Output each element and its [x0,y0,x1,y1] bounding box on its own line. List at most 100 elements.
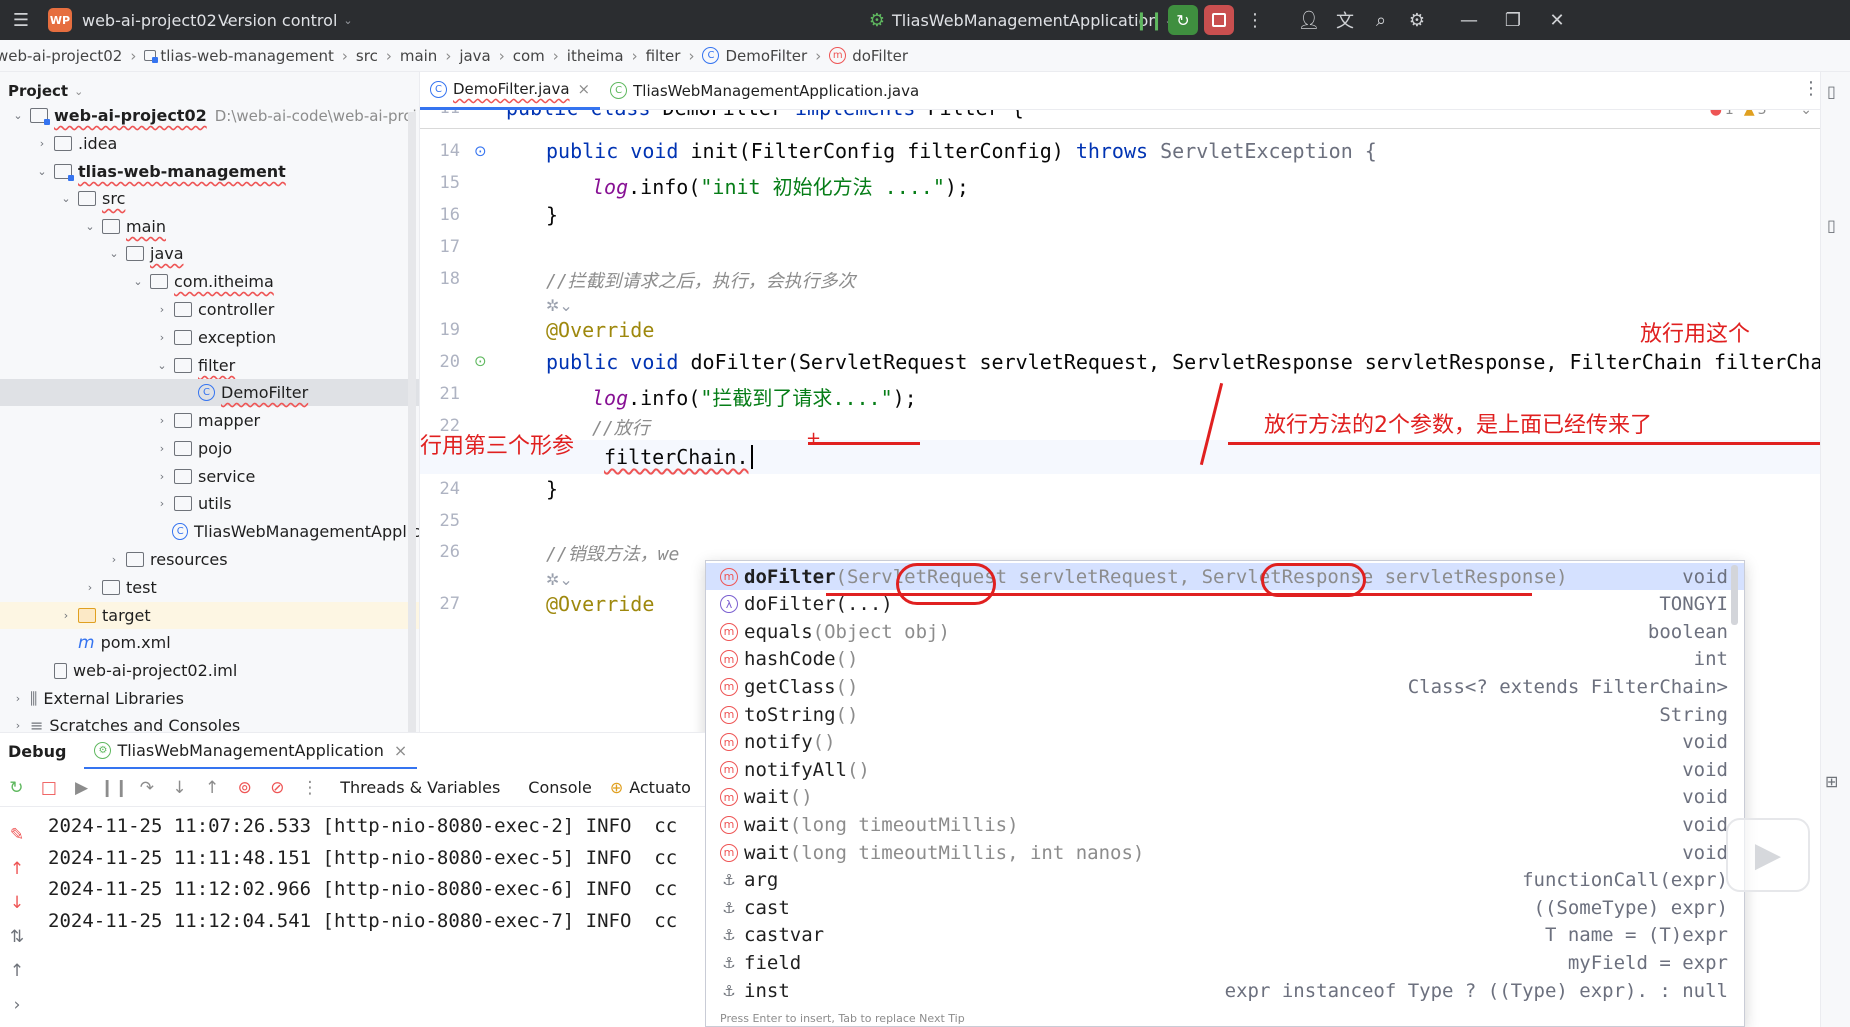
add-user-button[interactable]: 👤︎ [1298,0,1321,40]
rerun-icon[interactable]: ↻ [0,773,33,803]
chevron-right-icon[interactable]: › [10,719,26,732]
breadcrumb-item[interactable]: java [459,47,490,65]
chevron-down-icon[interactable]: ⌄ [1800,110,1812,118]
layout-icon[interactable]: ⊞ [1825,772,1838,791]
completion-item-wait[interactable]: m wait (long timeoutMillis, int nanos) void [706,839,1744,866]
tree-item-mapper[interactable]: › mapper [0,407,419,434]
chevron-down-icon[interactable]: ⌄ [130,275,146,288]
ai-assist-icon[interactable]: ✲⌄ [546,570,573,589]
database-icon[interactable]: ▯ [1827,216,1836,235]
restore-button[interactable]: ❐ [1502,0,1524,40]
breadcrumb-item[interactable]: tlias-web-management [160,47,334,65]
completion-item-arg[interactable]: ⚓ arg functionCall(expr) [706,867,1744,894]
override-gutter-icon[interactable]: ⊙ [474,352,487,370]
chevron-right-icon[interactable]: › [34,137,50,150]
tree-item-web-ai-project02-iml[interactable]: web-ai-project02.iml [0,657,419,684]
settings-button[interactable]: ⚙ [1406,0,1428,40]
rerun-button[interactable]: ↻ [1168,0,1198,40]
step-over-icon[interactable]: ↷ [131,773,164,803]
chevron-right-icon[interactable]: › [106,553,122,566]
tree-item-web-ai-project02[interactable]: ⌄ web-ai-project02 D:\web-ai-code\web-ai-p… [0,102,419,129]
chevron-right-icon[interactable]: › [154,414,170,427]
completion-item-castvar[interactable]: ⚓ castvar T name = (T)expr [706,922,1744,949]
tree-item-target[interactable]: › target [0,602,419,629]
tree-item-demofilter[interactable]: C DemoFilter [0,379,419,406]
chevron-down-icon[interactable]: ⌄ [154,359,170,372]
scroll-down-icon[interactable]: ↓ [4,893,30,913]
more-vertical-icon[interactable]: ⋮ [1802,78,1820,99]
minimize-button[interactable]: — [1458,0,1480,40]
completion-item-getclass[interactable]: m getClass() Class<? extends FilterChain> [706,673,1744,700]
tree-item-main[interactable]: ⌄ main [0,213,419,240]
completion-item-dofilter[interactable]: m doFilter (ServletRequest servletRequest,… [706,563,1744,590]
tab-threads-variables[interactable]: Threads & Variables [326,778,514,797]
tab-tliaswebmanagementapplication[interactable]: C TliasWebManagementApplication.java [600,72,929,110]
translate-button[interactable]: 文 [1334,0,1356,40]
vcs-switcher[interactable]: Version control ⌄ [218,0,353,40]
chevron-down-icon[interactable]: ⌄ [10,109,26,122]
close-window-button[interactable]: ✕ [1546,0,1568,40]
run-config-selector[interactable]: ⚙ TliasWebManagementApplication ⌄ [866,0,1174,40]
view-breakpoints-icon[interactable]: ⊚ [228,773,261,803]
main-menu-button[interactable]: ☰ [10,0,32,40]
ai-assist-icon[interactable]: ✲⌄ [546,296,573,315]
play-icon[interactable]: ▶ [1726,818,1810,892]
completion-item-tostring[interactable]: m toString() String [706,701,1744,728]
tree-item-filter[interactable]: ⌄ filter [0,352,419,379]
pause-button[interactable]: ❙❙ [1134,0,1164,40]
tree-item-test[interactable]: › test [0,574,419,601]
close-tab-icon[interactable]: × [578,80,591,98]
stop-icon[interactable]: □ [33,773,66,803]
chevron-down-icon[interactable]: ⌄ [106,247,122,260]
step-out-icon[interactable]: ↑ [196,773,229,803]
chevron-down-icon[interactable]: ⌄ [34,165,50,178]
tree-item-java[interactable]: ⌄ java [0,240,419,267]
close-icon[interactable]: × [394,741,407,760]
tree-item-src[interactable]: ⌄ src [0,185,419,212]
tree-item-controller[interactable]: › controller [0,296,419,323]
tree-item--idea[interactable]: › .idea [0,130,419,157]
breadcrumb-item[interactable]: com [513,47,545,65]
completion-item-notifyall[interactable]: m notifyAll() void [706,756,1744,783]
breadcrumb-item[interactable]: DemoFilter [725,47,807,65]
notifications-icon[interactable]: ▯ [1827,82,1836,101]
completion-item-equals[interactable]: m equals (Object obj) boolean [706,618,1744,645]
tree-item-tlias-web-management[interactable]: ⌄ tlias-web-management [0,158,419,185]
breadcrumb-item[interactable]: itheima [567,47,624,65]
more-actions-button[interactable]: ⋮ [1244,0,1266,40]
expand-icon[interactable]: › [4,995,30,1015]
search-button[interactable]: ⌕ [1370,0,1392,40]
chevron-right-icon[interactable]: › [154,303,170,316]
inspection-widget[interactable]: ● 1 ▲ 3 ⌃ ⌄ [1710,110,1812,118]
chevron-right-icon[interactable]: › [154,442,170,455]
breadcrumb-item[interactable]: src [356,47,378,65]
chevron-down-icon[interactable]: ⌄ [82,220,98,233]
completion-item-field[interactable]: ⚓ field myField = expr [706,949,1744,976]
breadcrumb-item[interactable]: doFilter [852,47,908,65]
project-switcher[interactable]: WP web-ai-project02 ⌄ [48,0,232,40]
completion-item-inst[interactable]: ⚓ inst expr instanceof Type ? ((Type) expr… [706,977,1744,1004]
tab-demofilter[interactable]: C DemoFilter.java × [420,72,601,110]
completion-item-wait[interactable]: m wait (long timeoutMillis) void [706,811,1744,838]
tree-item-tliaswebmanagementapplic[interactable]: C TliasWebManagementApplic [0,518,419,545]
tree-item-scratches-and-consoles[interactable]: › ≡ Scratches and Consoles [0,712,419,732]
chevron-right-icon[interactable]: › [10,692,26,705]
scroll-up-icon[interactable]: ↑ [4,859,30,879]
tree-item-com-itheima[interactable]: ⌄ com.itheima [0,268,419,295]
sort-icon[interactable]: ⇅ [4,927,30,947]
tree-item-external-libraries[interactable]: › ⫼ External Libraries [0,685,419,712]
tree-item-utils[interactable]: › utils [0,490,419,517]
pause-icon[interactable]: ❙❙ [98,773,131,803]
chevron-right-icon[interactable]: › [154,331,170,344]
mute-breakpoints-icon[interactable]: ⊘ [261,773,294,803]
chevron-up-icon[interactable]: ⌃ [1779,110,1791,118]
debug-session-tab[interactable]: ⚙ TliasWebManagementApplication × [84,733,418,769]
completion-item-notify[interactable]: m notify() void [706,729,1744,756]
clear-console-icon[interactable]: ✎ [4,825,30,845]
completion-item-cast[interactable]: ⚓ cast ((SomeType) expr) [706,894,1744,921]
breadcrumb-item[interactable]: filter [646,47,681,65]
up-icon[interactable]: ↑ [4,961,30,981]
resume-icon[interactable]: ▶ [65,773,98,803]
completion-item-wait[interactable]: m wait() void [706,784,1744,811]
tree-item-exception[interactable]: › exception [0,324,419,351]
